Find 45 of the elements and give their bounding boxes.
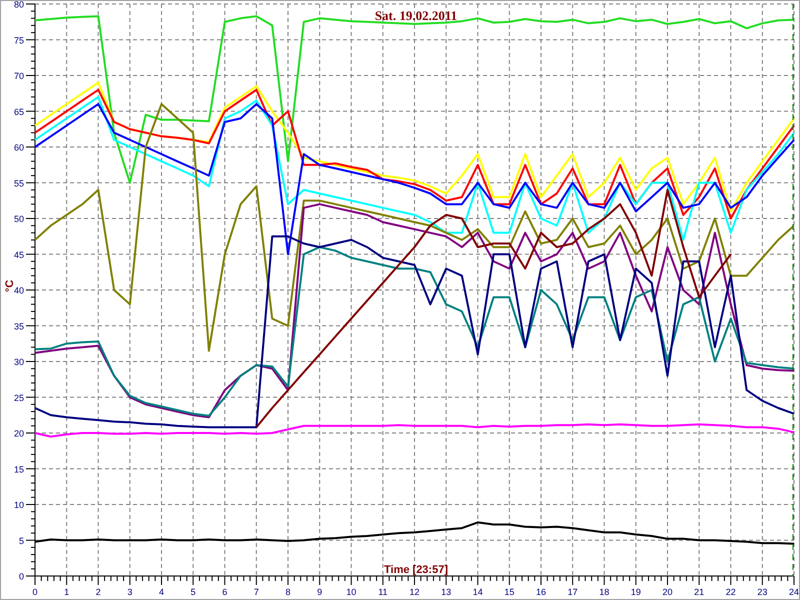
x-tick-label: 7 xyxy=(254,587,259,597)
x-tick-label: 6 xyxy=(222,587,228,597)
y-tick-label: 10 xyxy=(14,500,24,510)
y-tick-label: 55 xyxy=(14,178,24,188)
x-tick-label: 10 xyxy=(346,587,356,597)
x-tick-label: 13 xyxy=(441,587,452,597)
y-tick-label: 75 xyxy=(14,35,24,46)
y-tick-label: 70 xyxy=(14,71,24,81)
y-tick-label: 45 xyxy=(14,250,24,260)
x-tick-label: 17 xyxy=(568,587,578,597)
x-tick-label: 9 xyxy=(317,587,322,597)
y-tick-label: 20 xyxy=(14,428,24,438)
y-tick-label: 30 xyxy=(14,357,24,367)
x-tick-label: 19 xyxy=(630,587,641,597)
y-tick-label: 80 xyxy=(14,1,24,10)
y-tick-label: 15 xyxy=(14,464,24,474)
y-tick-label: 40 xyxy=(14,286,24,296)
y-tick-label: 25 xyxy=(14,392,24,403)
x-tick-label: 21 xyxy=(694,587,704,597)
x-tick-label: 24 xyxy=(789,587,799,597)
x-tick-label: 4 xyxy=(159,587,164,597)
y-tick-label: 5 xyxy=(18,536,24,546)
y-axis-title: °C xyxy=(4,280,16,292)
x-tick-label: 16 xyxy=(536,587,546,597)
y-tick-label: 60 xyxy=(14,142,24,152)
x-tick-label: 22 xyxy=(726,587,736,597)
chart-title: Sat. 19.02.2011 xyxy=(374,8,458,23)
x-tick-label: 15 xyxy=(504,587,514,597)
x-tick-label: 5 xyxy=(190,587,196,597)
x-tick-label: 0 xyxy=(32,587,38,597)
x-tick-label: 8 xyxy=(286,587,290,597)
x-tick-label: 3 xyxy=(127,587,132,597)
x-tick-label: 14 xyxy=(472,587,483,597)
x-tick-label: 11 xyxy=(378,587,388,597)
x-tick-label: 18 xyxy=(599,587,610,597)
x-tick-label: 20 xyxy=(662,587,672,597)
x-tick-label: 12 xyxy=(410,587,420,597)
x-tick-label: 1 xyxy=(64,587,70,597)
y-tick-label: 35 xyxy=(14,321,24,332)
y-tick-label: 50 xyxy=(14,214,24,224)
x-tick-label: 2 xyxy=(96,587,101,597)
y-tick-label: 65 xyxy=(14,106,24,117)
x-axis-title: Time [23:57] xyxy=(384,564,448,576)
x-tick-label: 23 xyxy=(757,587,768,597)
y-tick-label: 0 xyxy=(18,572,24,582)
